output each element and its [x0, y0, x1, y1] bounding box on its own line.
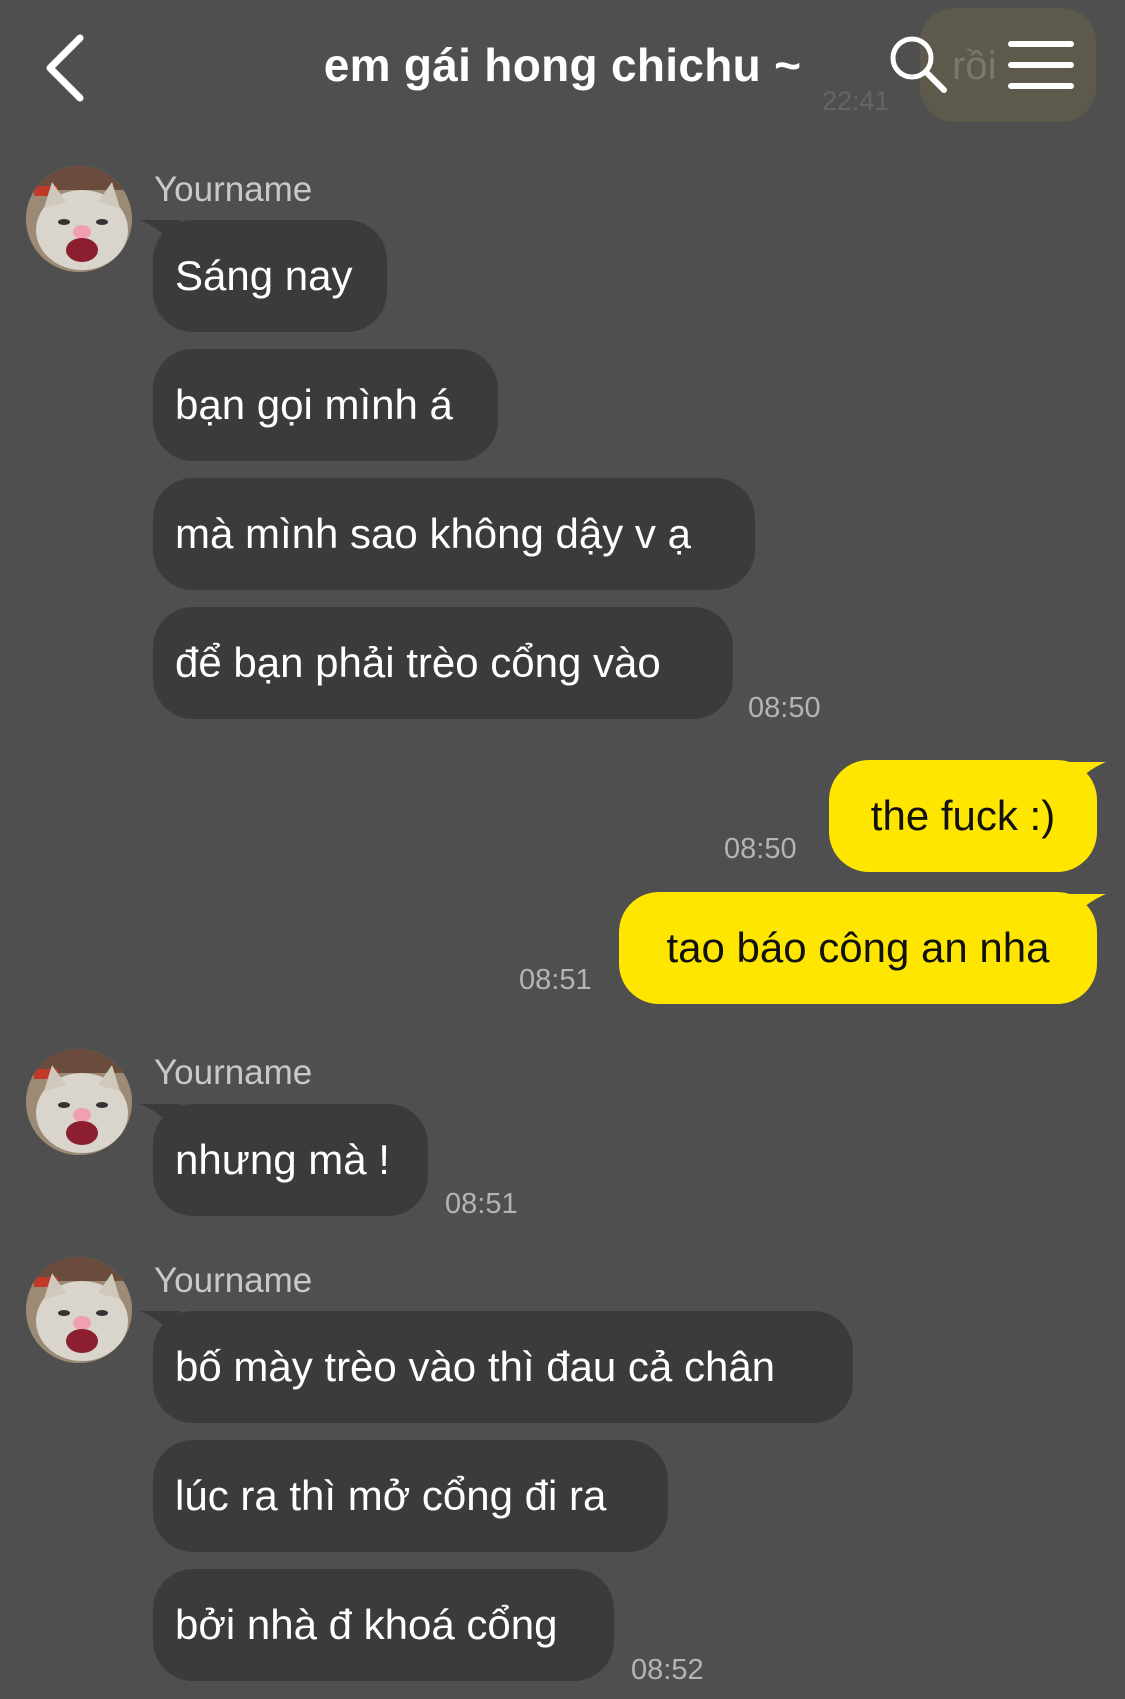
bubble-tail: [1066, 762, 1106, 792]
incoming-message[interactable]: bởi nhà đ khoá cổng: [153, 1569, 614, 1681]
cat-avatar-icon: [26, 1257, 132, 1363]
incoming-message[interactable]: lúc ra thì mở cổng đi ra: [153, 1440, 668, 1552]
message-timestamp: 08:51: [519, 964, 592, 996]
sender-avatar[interactable]: [26, 166, 132, 272]
menu-button[interactable]: [1008, 38, 1074, 92]
search-button[interactable]: [888, 34, 950, 96]
chat-title: em gái hong chichu ~: [323, 39, 802, 91]
sender-name: Yourname: [154, 1261, 313, 1300]
incoming-message[interactable]: nhưng mà !: [153, 1104, 428, 1216]
sender-avatar[interactable]: [26, 1257, 132, 1363]
incoming-message[interactable]: bạn gọi mình á: [153, 349, 498, 461]
message-timestamp: 08:52: [631, 1654, 704, 1686]
cat-avatar-icon: [26, 1049, 132, 1155]
outgoing-message[interactable]: the fuck :): [829, 760, 1097, 872]
incoming-message[interactable]: bố mày trèo vào thì đau cả chân: [153, 1311, 853, 1423]
bubble-tail: [1066, 894, 1106, 924]
search-icon: [890, 36, 947, 93]
incoming-message[interactable]: mà mình sao không dậy v ạ: [153, 478, 755, 590]
sender-avatar[interactable]: [26, 1049, 132, 1155]
sender-name: Yourname: [154, 1053, 313, 1092]
incoming-message[interactable]: để bạn phải trèo cổng vào: [153, 607, 733, 719]
message-timestamp: 08:51: [445, 1188, 518, 1220]
message-timestamp: 08:50: [748, 692, 821, 724]
outgoing-message[interactable]: tao báo công an nha: [619, 892, 1097, 1004]
sender-name: Yourname: [154, 170, 313, 209]
hamburger-menu-icon: [1008, 41, 1074, 89]
cat-avatar-icon: [26, 166, 132, 272]
incoming-message[interactable]: Sáng nay: [153, 220, 387, 332]
message-timestamp: 08:50: [724, 833, 797, 865]
chat-header: rồi 22:41 em gái hong chichu ~: [0, 0, 1125, 130]
